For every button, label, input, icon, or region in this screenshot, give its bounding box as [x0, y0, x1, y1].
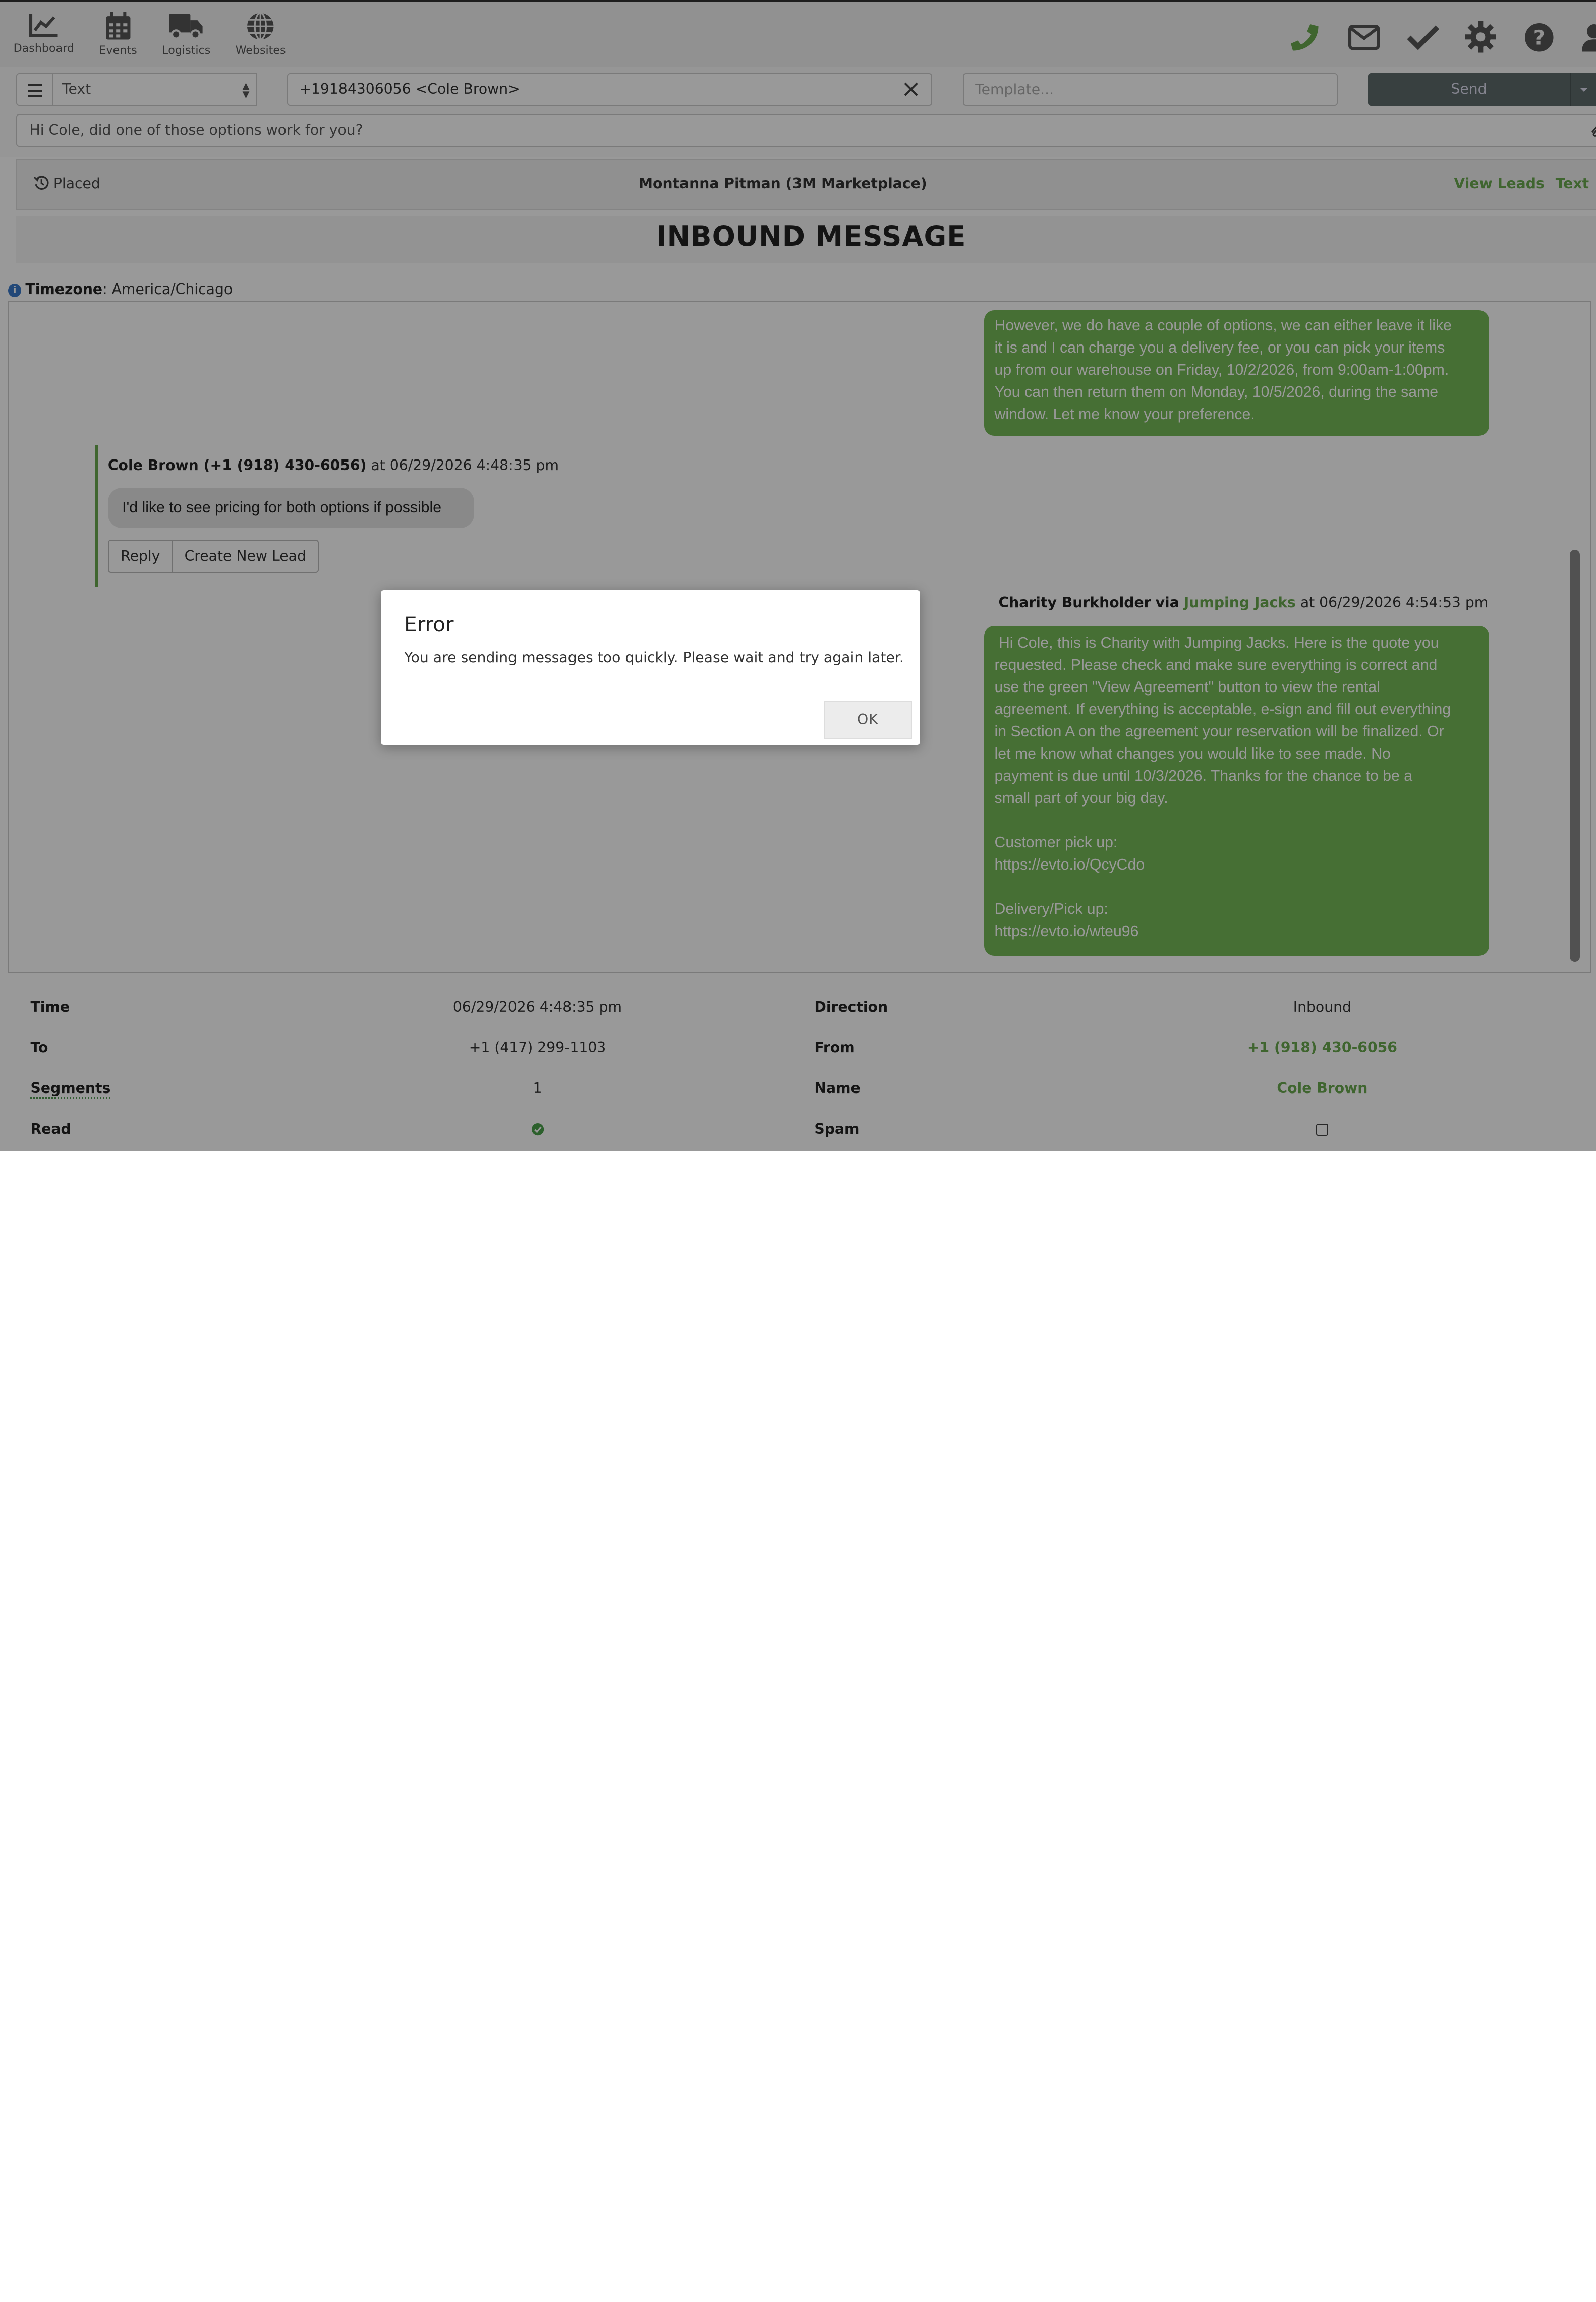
app-page: Dashboard Events Logistics Websites ? Te… — [0, 0, 1596, 1152]
error-dialog: Error You are sending messages too quick… — [380, 590, 921, 745]
modal-backdrop[interactable] — [0, 0, 1596, 1152]
ok-button[interactable]: OK — [823, 701, 913, 739]
dialog-message: You are sending messages too quickly. Pl… — [404, 649, 904, 666]
dialog-title: Error — [404, 612, 454, 637]
